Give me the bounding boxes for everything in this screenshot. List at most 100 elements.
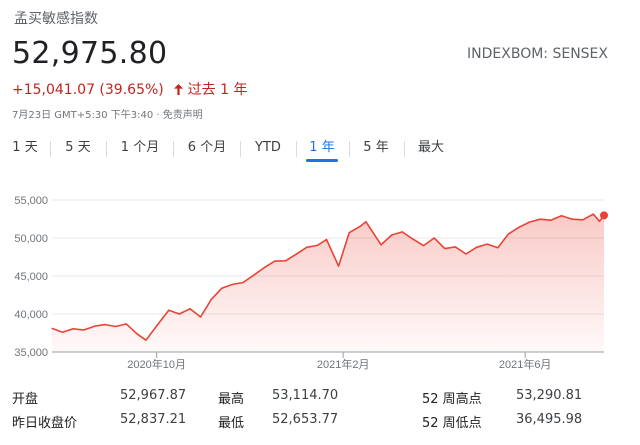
- data-point: [221, 287, 223, 289]
- data-point: [412, 238, 414, 240]
- data-point: [365, 221, 367, 223]
- tab-divider: [349, 141, 350, 157]
- stats-row-1: 开盘 52,967.87 最高 53,114.70 52 周高点 53,290.…: [0, 388, 640, 412]
- data-point: [476, 246, 478, 248]
- data-point: [401, 231, 403, 233]
- tab-divider: [296, 141, 297, 157]
- stat-label-low: 最低: [218, 416, 245, 431]
- data-point: [518, 226, 520, 228]
- data-point: [253, 274, 255, 276]
- range-tabs: 1 天 5 天 1 个月 6 个月 YTD 1 年 5 年 最大: [0, 132, 640, 166]
- data-point: [62, 331, 64, 333]
- data-point: [115, 325, 117, 328]
- data-point: [444, 248, 446, 250]
- data-point: [600, 211, 608, 220]
- stats-row-2: 昨日收盘价 52,837.21 最低 52,653.77 52 周低点 36,4…: [0, 412, 640, 436]
- data-point: [571, 218, 573, 220]
- current-price: 52,975.80: [12, 36, 168, 71]
- x-tick-label: 2021年6月: [499, 357, 552, 371]
- stat-label-high: 最高: [218, 392, 245, 407]
- tab-1-day[interactable]: 1 天: [10, 132, 40, 164]
- data-point: [168, 309, 170, 311]
- data-point: [465, 253, 467, 255]
- price-change: +15,041.07 (39.65%) 过去 1 年: [12, 79, 247, 99]
- tab-1-month[interactable]: 1 个月: [118, 132, 162, 164]
- data-point: [274, 260, 276, 262]
- page-title: 孟买敏感指数: [14, 11, 98, 27]
- tab-divider: [50, 141, 51, 157]
- change-period: 过去 1 年: [187, 82, 248, 98]
- data-point: [145, 339, 147, 341]
- tab-6-month[interactable]: 6 个月: [184, 132, 230, 164]
- data-point: [359, 226, 361, 228]
- data-point: [592, 213, 594, 215]
- data-point: [325, 238, 328, 241]
- tab-ytd[interactable]: YTD: [252, 132, 284, 164]
- data-point: [295, 253, 297, 255]
- tab-divider: [106, 141, 107, 157]
- data-point: [338, 265, 340, 267]
- data-point: [582, 219, 584, 221]
- data-point: [454, 246, 456, 248]
- y-tick-label: 35,000: [14, 347, 48, 359]
- data-point: [306, 246, 308, 248]
- tab-divider: [173, 141, 174, 157]
- y-tick-label: 40,000: [14, 309, 48, 321]
- data-point: [550, 219, 552, 221]
- data-point: [497, 247, 499, 249]
- stat-label-open: 开盘: [12, 392, 39, 407]
- active-tab-indicator: [306, 159, 338, 162]
- ticker-symbol: INDEXBOM: SENSEX: [467, 46, 608, 62]
- data-point: [507, 233, 510, 235]
- y-tick-label: 45,000: [14, 271, 48, 283]
- data-point: [210, 298, 212, 301]
- stat-value-prev-close: 52,837.21: [120, 412, 187, 427]
- data-point: [316, 244, 318, 246]
- x-tick-label: 2021年2月: [317, 357, 370, 371]
- tab-divider: [240, 141, 241, 157]
- data-point: [93, 325, 96, 327]
- stat-value-open: 52,967.87: [120, 388, 187, 403]
- change-value: +15,041.07 (39.65%): [12, 82, 164, 98]
- data-point: [189, 308, 191, 310]
- data-point: [263, 267, 265, 269]
- stat-value-high: 53,114.70: [272, 388, 339, 403]
- y-tick-label: 55,000: [14, 195, 48, 207]
- data-point: [284, 260, 287, 262]
- data-point: [178, 313, 180, 315]
- tab-5-year[interactable]: 5 年: [361, 132, 391, 164]
- price-chart[interactable]: 35,000 40,000 45,000 50,000 55,000 2020年10月 20…: [0, 180, 640, 380]
- tab-1-year[interactable]: 1 年: [306, 132, 338, 164]
- tab-max[interactable]: 最大: [416, 132, 446, 164]
- stat-label-prev-close: 昨日收盘价: [12, 416, 78, 431]
- data-point: [104, 324, 106, 326]
- y-tick-label: 50,000: [14, 233, 48, 245]
- data-point: [72, 328, 74, 330]
- data-point: [391, 234, 393, 236]
- data-point: [422, 245, 425, 247]
- data-point: [136, 333, 138, 335]
- tab-divider: [404, 141, 405, 157]
- arrow-up-icon: [174, 82, 187, 98]
- data-point: [348, 232, 350, 234]
- data-point: [231, 283, 234, 285]
- data-point: [529, 221, 531, 223]
- data-point: [83, 329, 85, 331]
- stat-label-52wk-low: 52 周低点: [422, 416, 482, 431]
- data-point: [157, 323, 159, 325]
- tab-5-day[interactable]: 5 天: [62, 132, 94, 164]
- data-point: [560, 215, 563, 217]
- data-point: [539, 218, 541, 220]
- data-point: [433, 237, 435, 239]
- stat-value-low: 52,653.77: [272, 412, 339, 427]
- data-point: [200, 316, 202, 318]
- timestamp-disclaimer: 7月23日 GMT+5:30 下午3:40 · 免责声明: [12, 110, 203, 121]
- data-point: [380, 244, 382, 246]
- data-point: [125, 323, 127, 325]
- stat-label-52wk-high: 52 周高点: [422, 392, 482, 407]
- stat-value-52wk-low: 36,495.98: [516, 412, 583, 427]
- stat-value-52wk-high: 53,290.81: [516, 388, 583, 403]
- data-point: [242, 281, 244, 284]
- chart-svg[interactable]: 35,000 40,000 45,000 50,000 55,000 2020年10月 20…: [0, 180, 640, 380]
- data-point: [598, 220, 601, 222]
